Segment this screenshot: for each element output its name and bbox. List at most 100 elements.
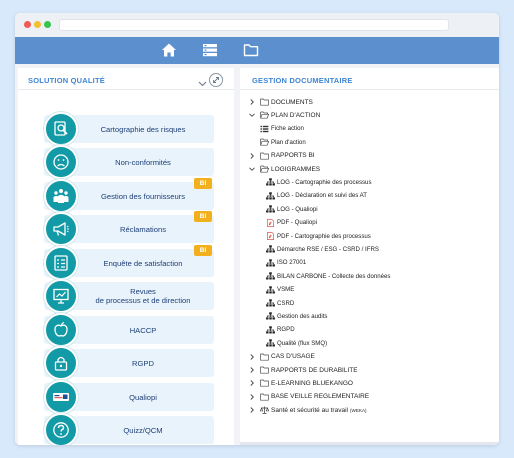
hierarchy-icon	[266, 299, 275, 307]
search-report-icon	[44, 112, 78, 146]
tree-item-label: BILAN CARBONE - Collecte des données	[277, 272, 391, 280]
maximize-window-button[interactable]	[44, 21, 51, 28]
menu-item-qualiopi[interactable]: Qualiopi	[44, 380, 214, 414]
lock-icon	[44, 346, 78, 380]
chevron-right-icon[interactable]	[248, 353, 256, 361]
tree-item-logigrammes[interactable]: LOGIGRAMMES	[248, 163, 320, 175]
tree-item-fiche-action[interactable]: Fiche action	[260, 123, 304, 135]
list-icon	[260, 125, 269, 133]
menu-item-gestion-des-fournisseurs[interactable]: Gestion des fournisseurs BI	[44, 178, 214, 213]
gestion-documentaire-panel: GESTION DOCUMENTAIRE DOCUMENTS PLAN D'ACT…	[240, 68, 499, 445]
folder-icon	[260, 98, 269, 106]
bi-badge[interactable]: BI	[194, 178, 212, 189]
bi-badge[interactable]: BI	[194, 245, 212, 256]
tree-item-iso-27001[interactable]: ISO 27001	[266, 257, 306, 269]
pdf-icon	[266, 232, 275, 240]
tree-item-log-cartographie-des-processus[interactable]: LOG - Cartographie des processus	[266, 176, 372, 188]
chevron-down-icon[interactable]	[248, 111, 256, 119]
menu-item-label: Enquête de satisfaction	[103, 258, 183, 268]
tree-item-documents[interactable]: DOCUMENTS	[248, 96, 313, 108]
tree-item-label: LOGIGRAMMES	[271, 165, 321, 173]
scale-icon	[260, 406, 269, 414]
tree-item-sante-et-securite-au-travail[interactable]: Santé et sécurité au travail (WEKA)	[248, 404, 367, 416]
qualiopi-logo-icon	[44, 380, 78, 414]
solution-qualite-panel: SOLUTION QUALITÉ Cartographie des risque…	[18, 68, 234, 445]
chevron-right-icon[interactable]	[248, 406, 256, 414]
home-icon[interactable]	[161, 42, 177, 58]
chevron-down-icon[interactable]	[248, 165, 256, 173]
folder-open-icon	[260, 165, 269, 173]
menu-item-non-conformites[interactable]: Non-conformités	[44, 145, 214, 179]
tree-item-log-qualiopi[interactable]: LOG - Qualiopi	[266, 203, 318, 215]
tree-item-bilan-carbone-collecte-des-donnees[interactable]: BILAN CARBONE - Collecte des données	[266, 270, 390, 282]
expand-icon[interactable]	[209, 73, 223, 87]
tree-item-label: CAS D'USAGE	[271, 353, 315, 361]
tree-item-rgpd[interactable]: RGPD	[266, 324, 295, 336]
folder-icon	[260, 366, 269, 374]
menu-item-label: Qualiopi	[129, 392, 157, 402]
hierarchy-icon	[266, 259, 275, 267]
tree-item-pdf-cartographie-des-processus[interactable]: PDF - Cartographie des processus	[266, 230, 371, 242]
folder-icon	[260, 152, 269, 160]
tree-item-demarche-rse-esg-csrd-ifrs[interactable]: Démarche RSE / ESG - CSRD / IFRS	[266, 243, 379, 255]
tree-item-label: Fiche action	[271, 125, 304, 133]
hierarchy-icon	[266, 245, 275, 253]
chevron-right-icon[interactable]	[248, 393, 256, 401]
folder-icon	[260, 353, 269, 361]
menu-item-label: Gestion des fournisseurs	[101, 191, 185, 201]
hierarchy-icon	[266, 326, 275, 334]
tree-item-e-learning-bluekango[interactable]: E-LEARNING BLUEKANGO	[248, 377, 353, 389]
tree-item-label: VSME	[277, 286, 295, 294]
tree-item-rapports-de-durabilite[interactable]: RAPPORTS DE DURABILITE	[248, 364, 358, 376]
menu-item-quizz-qcm[interactable]: Quizz/QCM	[44, 413, 214, 445]
menu-item-revues-de-processus-et-de-direction[interactable]: Revues de processus et de direction	[44, 279, 214, 313]
chevron-right-icon[interactable]	[248, 152, 256, 160]
address-bar[interactable]	[59, 19, 449, 31]
tree-item-cas-d-usage[interactable]: CAS D'USAGE	[248, 351, 315, 363]
tree-item-base-veille-reglementaire[interactable]: BASE VEILLE REGLEMENTAIRE	[248, 391, 369, 403]
tree-item-label: LOG - Cartographie des processus	[277, 178, 372, 186]
chevron-down-icon[interactable]	[198, 75, 207, 87]
title-bar	[15, 13, 499, 37]
menu-item-cartographie-des-risques[interactable]: Cartographie des risques	[44, 112, 214, 146]
folder-icon[interactable]	[243, 42, 259, 58]
apple-icon	[44, 313, 78, 347]
menu-item-label: Quizz/QCM	[123, 425, 163, 435]
tree-item-pdf-qualiopi[interactable]: PDF - Qualiopi	[266, 217, 317, 229]
folder-icon	[260, 393, 269, 401]
people-group-icon	[44, 179, 78, 213]
server-icon[interactable]	[202, 42, 218, 58]
menu-item-label: HACCP	[129, 325, 157, 335]
tree-item-gestion-des-audits[interactable]: Gestion des audits	[266, 310, 327, 322]
menu-item-rgpd[interactable]: RGPD	[44, 346, 214, 380]
bi-badge[interactable]: BI	[194, 211, 212, 222]
menu-item-enquete-de-satisfaction[interactable]: Enquête de satisfaction BI	[44, 245, 214, 280]
tree-item-label: Qualité (flux SMQ)	[277, 339, 328, 347]
tree-item-plan-d-action[interactable]: PLAN D'ACTION	[248, 109, 320, 121]
tree-item-suffix: (WEKA)	[349, 407, 367, 413]
bottom-scrollbar[interactable]	[240, 442, 499, 445]
hierarchy-icon	[266, 192, 275, 200]
panel-title: GESTION DOCUMENTAIRE	[252, 76, 353, 85]
tree-item-vsme[interactable]: VSME	[266, 284, 294, 296]
chevron-right-icon[interactable]	[248, 379, 256, 387]
menu-item-label: Réclamations	[119, 224, 166, 234]
menu-item-label: Non-conformités	[115, 157, 171, 167]
question-icon	[44, 413, 78, 445]
tree-item-rapports-bi[interactable]: RAPPORTS BI	[248, 150, 315, 162]
close-window-button[interactable]	[24, 21, 31, 28]
chevron-right-icon[interactable]	[248, 98, 256, 106]
tree-item-csrd[interactable]: CSRD	[266, 297, 294, 309]
panel-header: SOLUTION QUALITÉ	[18, 68, 234, 90]
menu-item-haccp[interactable]: HACCP	[44, 313, 214, 347]
tree-item-qualite-flux-smq[interactable]: Qualité (flux SMQ)	[266, 337, 327, 349]
pdf-icon	[266, 218, 275, 227]
menu-item-reclamations[interactable]: Réclamations BI	[44, 211, 214, 246]
tree-item-label: LOG - Qualiopi	[277, 205, 318, 213]
tree-item-label: LOG - Déclaration et suivi des AT	[277, 192, 367, 200]
folder-icon	[260, 379, 269, 387]
tree-item-log-declaration-et-suivi-des-at[interactable]: LOG - Déclaration et suivi des AT	[266, 190, 367, 202]
chevron-right-icon[interactable]	[248, 366, 256, 374]
tree-item-plan-d-action[interactable]: Plan d'action	[260, 136, 306, 148]
minimize-window-button[interactable]	[34, 21, 41, 28]
